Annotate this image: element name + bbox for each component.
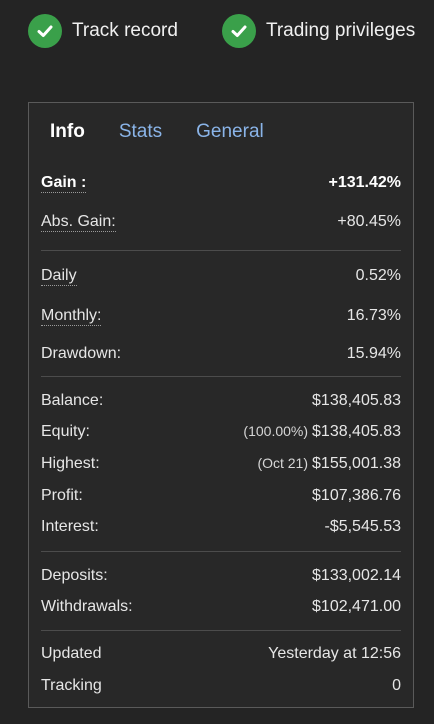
check-circle-icon	[28, 14, 62, 48]
tab-general[interactable]: General	[196, 121, 264, 143]
daily-value: 0.52%	[355, 267, 401, 284]
trading-privileges-label: Trading privileges	[265, 20, 416, 41]
tab-stats[interactable]: Stats	[119, 121, 162, 143]
interest-row: Interest: -$5,545.53	[41, 516, 401, 538]
abs-gain-row: Abs. Gain: +80.45%	[41, 211, 401, 233]
interest-label: Interest:	[41, 518, 99, 535]
panel-tabs: Info Stats General	[50, 121, 298, 143]
gain-row: Gain : +131.42%	[41, 172, 401, 194]
daily-row: Daily 0.52%	[41, 265, 401, 287]
tracking-label: Tracking	[41, 677, 102, 694]
monthly-value: 16.73%	[346, 307, 401, 324]
profit-value: $107,386.76	[312, 487, 401, 504]
balance-row: Balance: $138,405.83	[41, 390, 401, 412]
highest-value-group: (Oct 21) $155,001.38	[257, 455, 401, 473]
equity-value: $138,405.83	[312, 423, 401, 440]
verification-badges: Track record Trading privileges	[28, 14, 415, 48]
equity-value-group: (100.00%) $138,405.83	[243, 423, 401, 441]
updated-row: Updated Yesterday at 12:56	[41, 643, 401, 665]
monthly-row: Monthly: 16.73%	[41, 305, 401, 327]
tracking-value: 0	[392, 677, 401, 694]
divider	[41, 250, 401, 251]
check-circle-icon	[221, 14, 256, 48]
monthly-label[interactable]: Monthly:	[41, 306, 102, 326]
divider	[41, 551, 401, 552]
deposits-row: Deposits: $133,002.14	[41, 565, 401, 587]
profit-row: Profit: $107,386.76	[41, 485, 401, 507]
balance-label: Balance:	[41, 392, 104, 409]
drawdown-value: 15.94%	[346, 345, 401, 362]
profit-label: Profit:	[41, 487, 83, 504]
updated-value: Yesterday at 12:56	[268, 645, 401, 662]
equity-row: Equity: (100.00%) $138,405.83	[41, 421, 401, 443]
balance-value: $138,405.83	[312, 392, 401, 409]
gain-label[interactable]: Gain :	[41, 173, 87, 193]
tracking-row: Tracking 0	[41, 675, 401, 697]
updated-label: Updated	[41, 645, 102, 662]
drawdown-row: Drawdown: 15.94%	[41, 343, 401, 365]
abs-gain-value: +80.45%	[337, 213, 401, 230]
deposits-label: Deposits:	[41, 567, 108, 584]
track-record-badge: Track record	[28, 14, 178, 48]
drawdown-label: Drawdown:	[41, 345, 122, 362]
track-record-label: Track record	[72, 20, 178, 41]
deposits-value: $133,002.14	[312, 567, 401, 584]
withdrawals-label: Withdrawals:	[41, 598, 133, 615]
abs-gain-label[interactable]: Abs. Gain:	[41, 212, 116, 232]
divider	[41, 376, 401, 377]
daily-label[interactable]: Daily	[41, 266, 77, 286]
interest-value: -$5,545.53	[324, 518, 401, 535]
withdrawals-value: $102,471.00	[312, 598, 401, 615]
trading-privileges-badge: Trading privileges	[221, 14, 416, 48]
equity-label: Equity:	[41, 423, 90, 440]
gain-value: +131.42%	[328, 174, 401, 191]
equity-percent: (100.00%)	[243, 423, 309, 439]
divider	[41, 630, 401, 631]
withdrawals-row: Withdrawals: $102,471.00	[41, 596, 401, 618]
account-info-panel: Info Stats General Gain : +131.42% Abs. …	[28, 102, 414, 708]
highest-value: $155,001.38	[312, 455, 401, 472]
highest-row: Highest: (Oct 21) $155,001.38	[41, 453, 401, 475]
tab-info[interactable]: Info	[50, 121, 85, 143]
highest-date: (Oct 21)	[257, 455, 309, 471]
highest-label: Highest:	[41, 455, 100, 472]
